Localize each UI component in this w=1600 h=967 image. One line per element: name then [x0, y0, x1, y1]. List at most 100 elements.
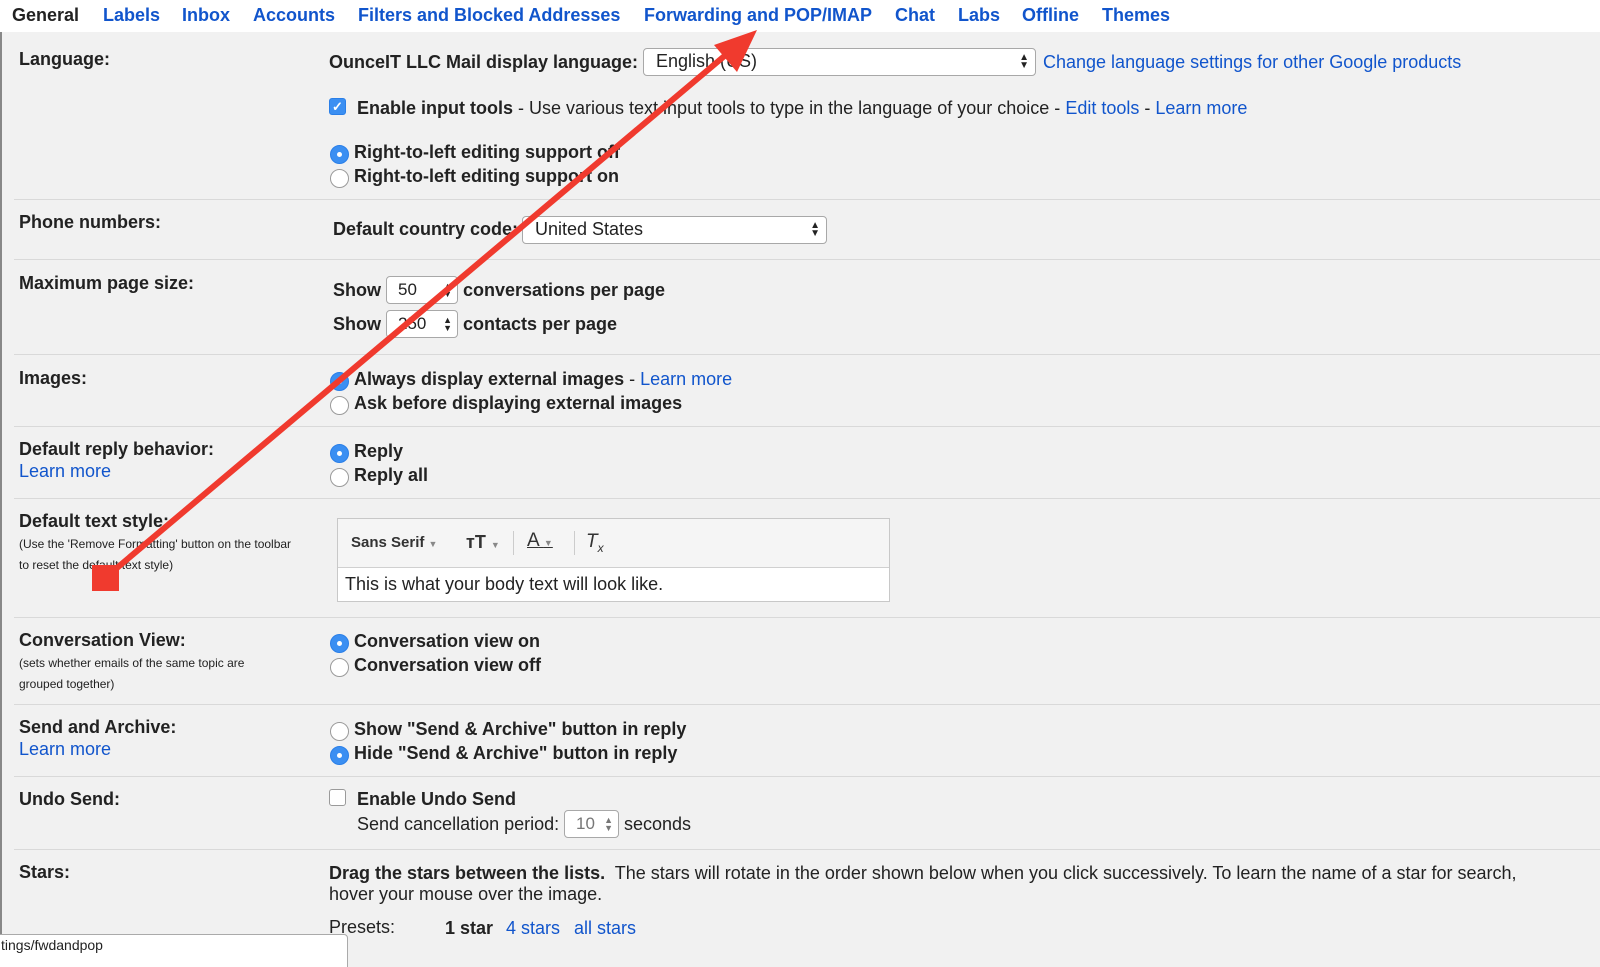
display-language-select[interactable]: English (US) ▲ ▼ — [643, 48, 1036, 76]
select-arrows-icon: ▲ ▼ — [1019, 52, 1029, 71]
always-display-images-row: Always display external images - Learn m… — [354, 369, 732, 390]
chevron-down-icon: ▼ — [543, 538, 553, 548]
enable-undo-send-label: Enable Undo Send — [357, 789, 517, 809]
input-tools-row: Enable input tools - Use various text in… — [357, 98, 1247, 119]
status-bar-url: tings/fwdandpop — [0, 934, 348, 967]
reply-all-radio[interactable] — [330, 468, 349, 487]
tab-inbox[interactable]: Inbox — [182, 5, 230, 26]
undo-send-label: Undo Send: — [19, 789, 120, 809]
row-divider — [14, 849, 1600, 850]
reply-learn-more-link[interactable]: Learn more — [19, 461, 111, 482]
chevron-down-icon: ▼ — [490, 540, 500, 550]
editor-body[interactable]: This is what your body text will look li… — [338, 568, 889, 601]
show-send-archive-radio[interactable] — [330, 722, 349, 741]
ask-before-images-label: Ask before displaying external images — [354, 393, 683, 413]
tab-themes[interactable]: Themes — [1102, 5, 1170, 26]
chevron-down-icon: ▼ — [428, 539, 438, 549]
row-divider — [14, 617, 1600, 618]
stars-instructions-text: The stars will rotate in the order shown… — [614, 863, 1517, 883]
conversation-on-label: Conversation view on — [354, 631, 541, 651]
preset-1-star[interactable]: 1 star — [445, 918, 493, 939]
rtl-off-radio[interactable] — [330, 145, 349, 164]
show-label: Show — [333, 314, 381, 334]
display-language-value: English (US) — [656, 51, 758, 71]
seconds-label: seconds — [624, 814, 692, 834]
reply-label: Reply — [354, 441, 404, 461]
row-divider — [14, 704, 1600, 705]
tab-labs[interactable]: Labs — [958, 5, 1000, 26]
contacts-per-page-select[interactable]: 250 ▲ ▼ — [386, 310, 458, 338]
row-divider — [14, 354, 1600, 355]
images-learn-more-link[interactable]: Learn more — [640, 369, 732, 389]
select-arrows-icon: ▲ ▼ — [810, 220, 820, 239]
page-size-label: Maximum page size: — [19, 273, 195, 293]
text-size-icon: ᴛT — [466, 532, 486, 552]
enable-undo-send-checkbox[interactable] — [329, 789, 346, 806]
stars-instructions-line2: hover your mouse over the image. — [329, 884, 603, 904]
spinner-arrows-icon: ▲ ▼ — [443, 315, 452, 333]
row-divider — [14, 426, 1600, 427]
stars-instructions: Drag the stars between the lists. The st… — [329, 863, 1517, 884]
text-color-button[interactable]: A ▼ — [527, 530, 553, 552]
country-code-value: United States — [535, 219, 644, 239]
reply-behavior-label: Default reply behavior: — [19, 439, 215, 459]
separator-dash: - — [624, 369, 641, 389]
edit-tools-link[interactable]: Edit tools — [1065, 98, 1139, 118]
spinner-arrows-icon: ▲ ▼ — [443, 281, 452, 299]
contacts-per-page-value: 250 — [398, 314, 427, 333]
contacts-per-page-label: contacts per page — [463, 314, 618, 334]
input-tools-learn-more-link[interactable]: Learn more — [1155, 98, 1247, 118]
change-language-link[interactable]: Change language settings for other Googl… — [1043, 52, 1461, 73]
country-code-label: Default country code: — [333, 219, 519, 239]
tab-offline[interactable]: Offline — [1022, 5, 1079, 26]
show-send-archive-label: Show "Send & Archive" button in reply — [354, 719, 687, 739]
tab-filters[interactable]: Filters and Blocked Addresses — [358, 5, 620, 26]
rtl-on-label: Right-to-left editing support on — [354, 166, 619, 186]
tab-chat[interactable]: Chat — [895, 5, 935, 26]
tab-general[interactable]: General — [12, 5, 79, 26]
font-size-button[interactable]: ᴛT ▼ — [466, 532, 500, 553]
rtl-on-radio[interactable] — [330, 169, 349, 188]
text-style-hint: (Use the 'Remove Formatting' button on t… — [19, 537, 292, 572]
rtl-off-label: Right-to-left editing support off — [354, 142, 620, 162]
always-display-images-label: Always display external images — [354, 369, 625, 389]
tab-accounts[interactable]: Accounts — [253, 5, 335, 26]
row-divider — [14, 498, 1600, 499]
conversation-off-radio[interactable] — [330, 658, 349, 677]
font-family-button[interactable]: Sans Serif ▼ — [351, 534, 437, 551]
ask-before-images-radio[interactable] — [330, 396, 349, 415]
display-language-label: OunceIT LLC Mail display language: — [329, 52, 639, 72]
conversations-per-page-value: 50 — [398, 280, 417, 299]
country-code-select[interactable]: United States ▲ ▼ — [522, 216, 827, 244]
text-style-label: Default text style: — [19, 511, 170, 531]
send-archive-learn-more-link[interactable]: Learn more — [19, 739, 111, 760]
tab-labels[interactable]: Labels — [103, 5, 160, 26]
stars-instructions-bold: Drag the stars between the lists. — [329, 863, 606, 883]
row-divider — [14, 776, 1600, 777]
text-style-editor: Sans Serif ▼ ᴛT ▼ A ▼ Tx This is what yo… — [337, 518, 890, 602]
cancellation-period-select[interactable]: 10 ▲ ▼ — [564, 810, 619, 838]
preset-4-stars-link[interactable]: 4 stars — [506, 918, 560, 939]
hide-send-archive-radio[interactable] — [330, 746, 349, 765]
conversation-on-radio[interactable] — [330, 634, 349, 653]
remove-formatting-icon[interactable]: Tx — [586, 531, 604, 555]
toolbar-divider — [513, 531, 514, 555]
annotation-arrow — [92, 30, 757, 591]
always-display-images-radio[interactable] — [330, 372, 349, 391]
conversations-per-page-label: conversations per page — [463, 280, 666, 300]
images-label: Images: — [19, 368, 88, 388]
enable-input-tools-checkbox[interactable]: ✓ — [329, 98, 346, 115]
preset-all-stars-link[interactable]: all stars — [574, 918, 636, 939]
conversations-per-page-select[interactable]: 50 ▲ ▼ — [386, 276, 458, 304]
tab-forwarding-pop-imap[interactable]: Forwarding and POP/IMAP — [644, 5, 872, 26]
reply-radio[interactable] — [330, 444, 349, 463]
input-tools-label: Enable input tools — [357, 98, 513, 118]
input-tools-description: - Use various text input tools to type i… — [513, 98, 1066, 118]
conversation-view-label: Conversation View: — [19, 630, 186, 650]
cancellation-period-label: Send cancellation period: — [357, 814, 560, 834]
row-divider — [14, 199, 1600, 200]
conversation-view-hint: (sets whether emails of the same topic a… — [19, 656, 245, 691]
conversation-off-label: Conversation view off — [354, 655, 542, 675]
show-label: Show — [333, 280, 381, 300]
font-family-value: Sans Serif — [351, 534, 425, 551]
